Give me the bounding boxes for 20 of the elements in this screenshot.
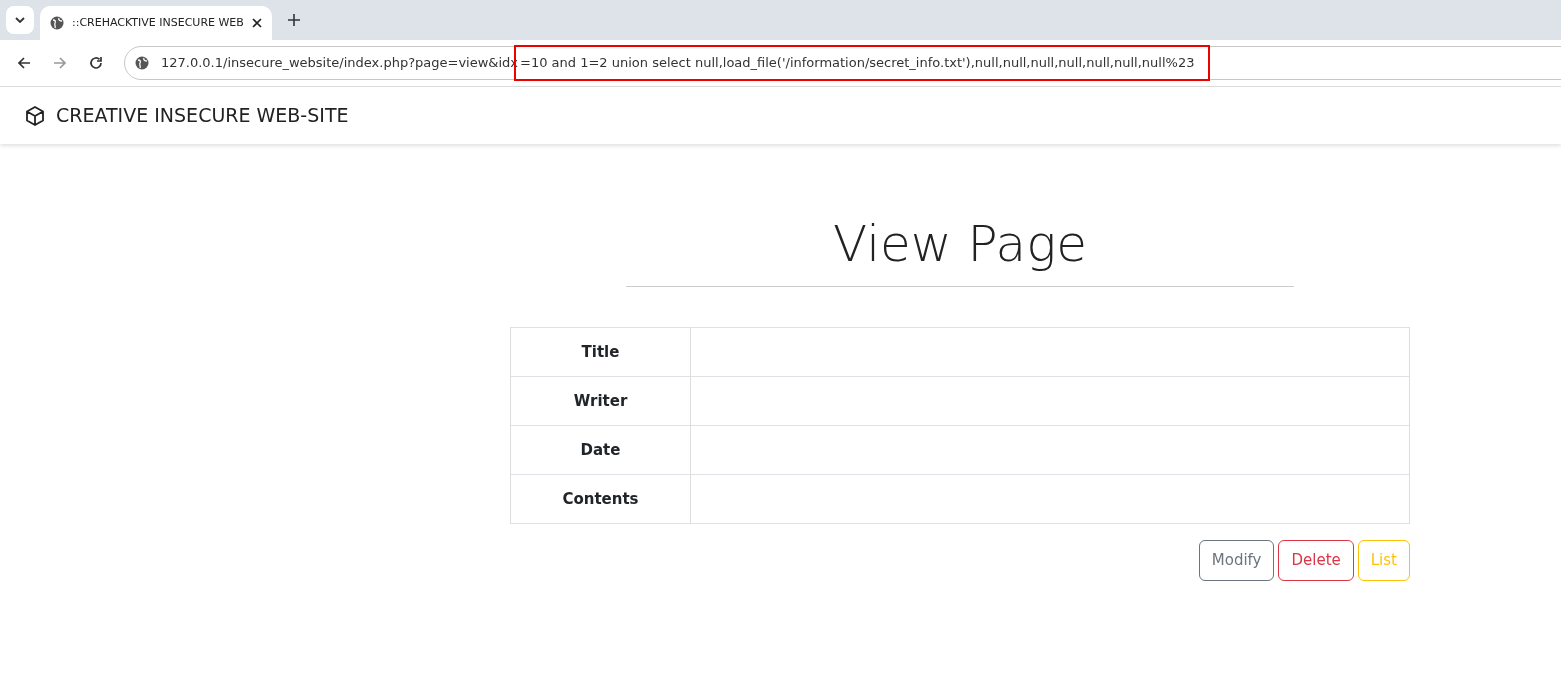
row-label: Title: [510, 327, 691, 377]
new-tab-icon[interactable]: [288, 14, 300, 26]
globe-icon: [50, 16, 64, 30]
tab-title: ::CREHACKTIVE INSECURE WEB: [72, 14, 244, 31]
action-button[interactable]: Modify: [1198, 540, 1275, 581]
cube-icon: [24, 104, 46, 127]
row-label: Contents: [510, 474, 691, 524]
globe-icon: [135, 56, 149, 70]
close-icon[interactable]: [252, 18, 262, 28]
arrow-right-icon: [53, 56, 67, 70]
browser-tab[interactable]: ::CREHACKTIVE INSECURE WEB: [40, 6, 272, 40]
chevron-down-icon: [15, 17, 25, 23]
arrow-left-icon: [17, 56, 31, 70]
reload-icon: [89, 56, 103, 70]
action-button[interactable]: Delete: [1278, 540, 1354, 581]
page-heading: View Page: [832, 214, 1088, 274]
tab-list-button[interactable]: [6, 6, 34, 34]
row-label: Writer: [510, 376, 691, 426]
site-brand-link[interactable]: CREATIVE INSECURE WEB-SITE: [56, 101, 349, 130]
row-label: Date: [510, 425, 691, 475]
